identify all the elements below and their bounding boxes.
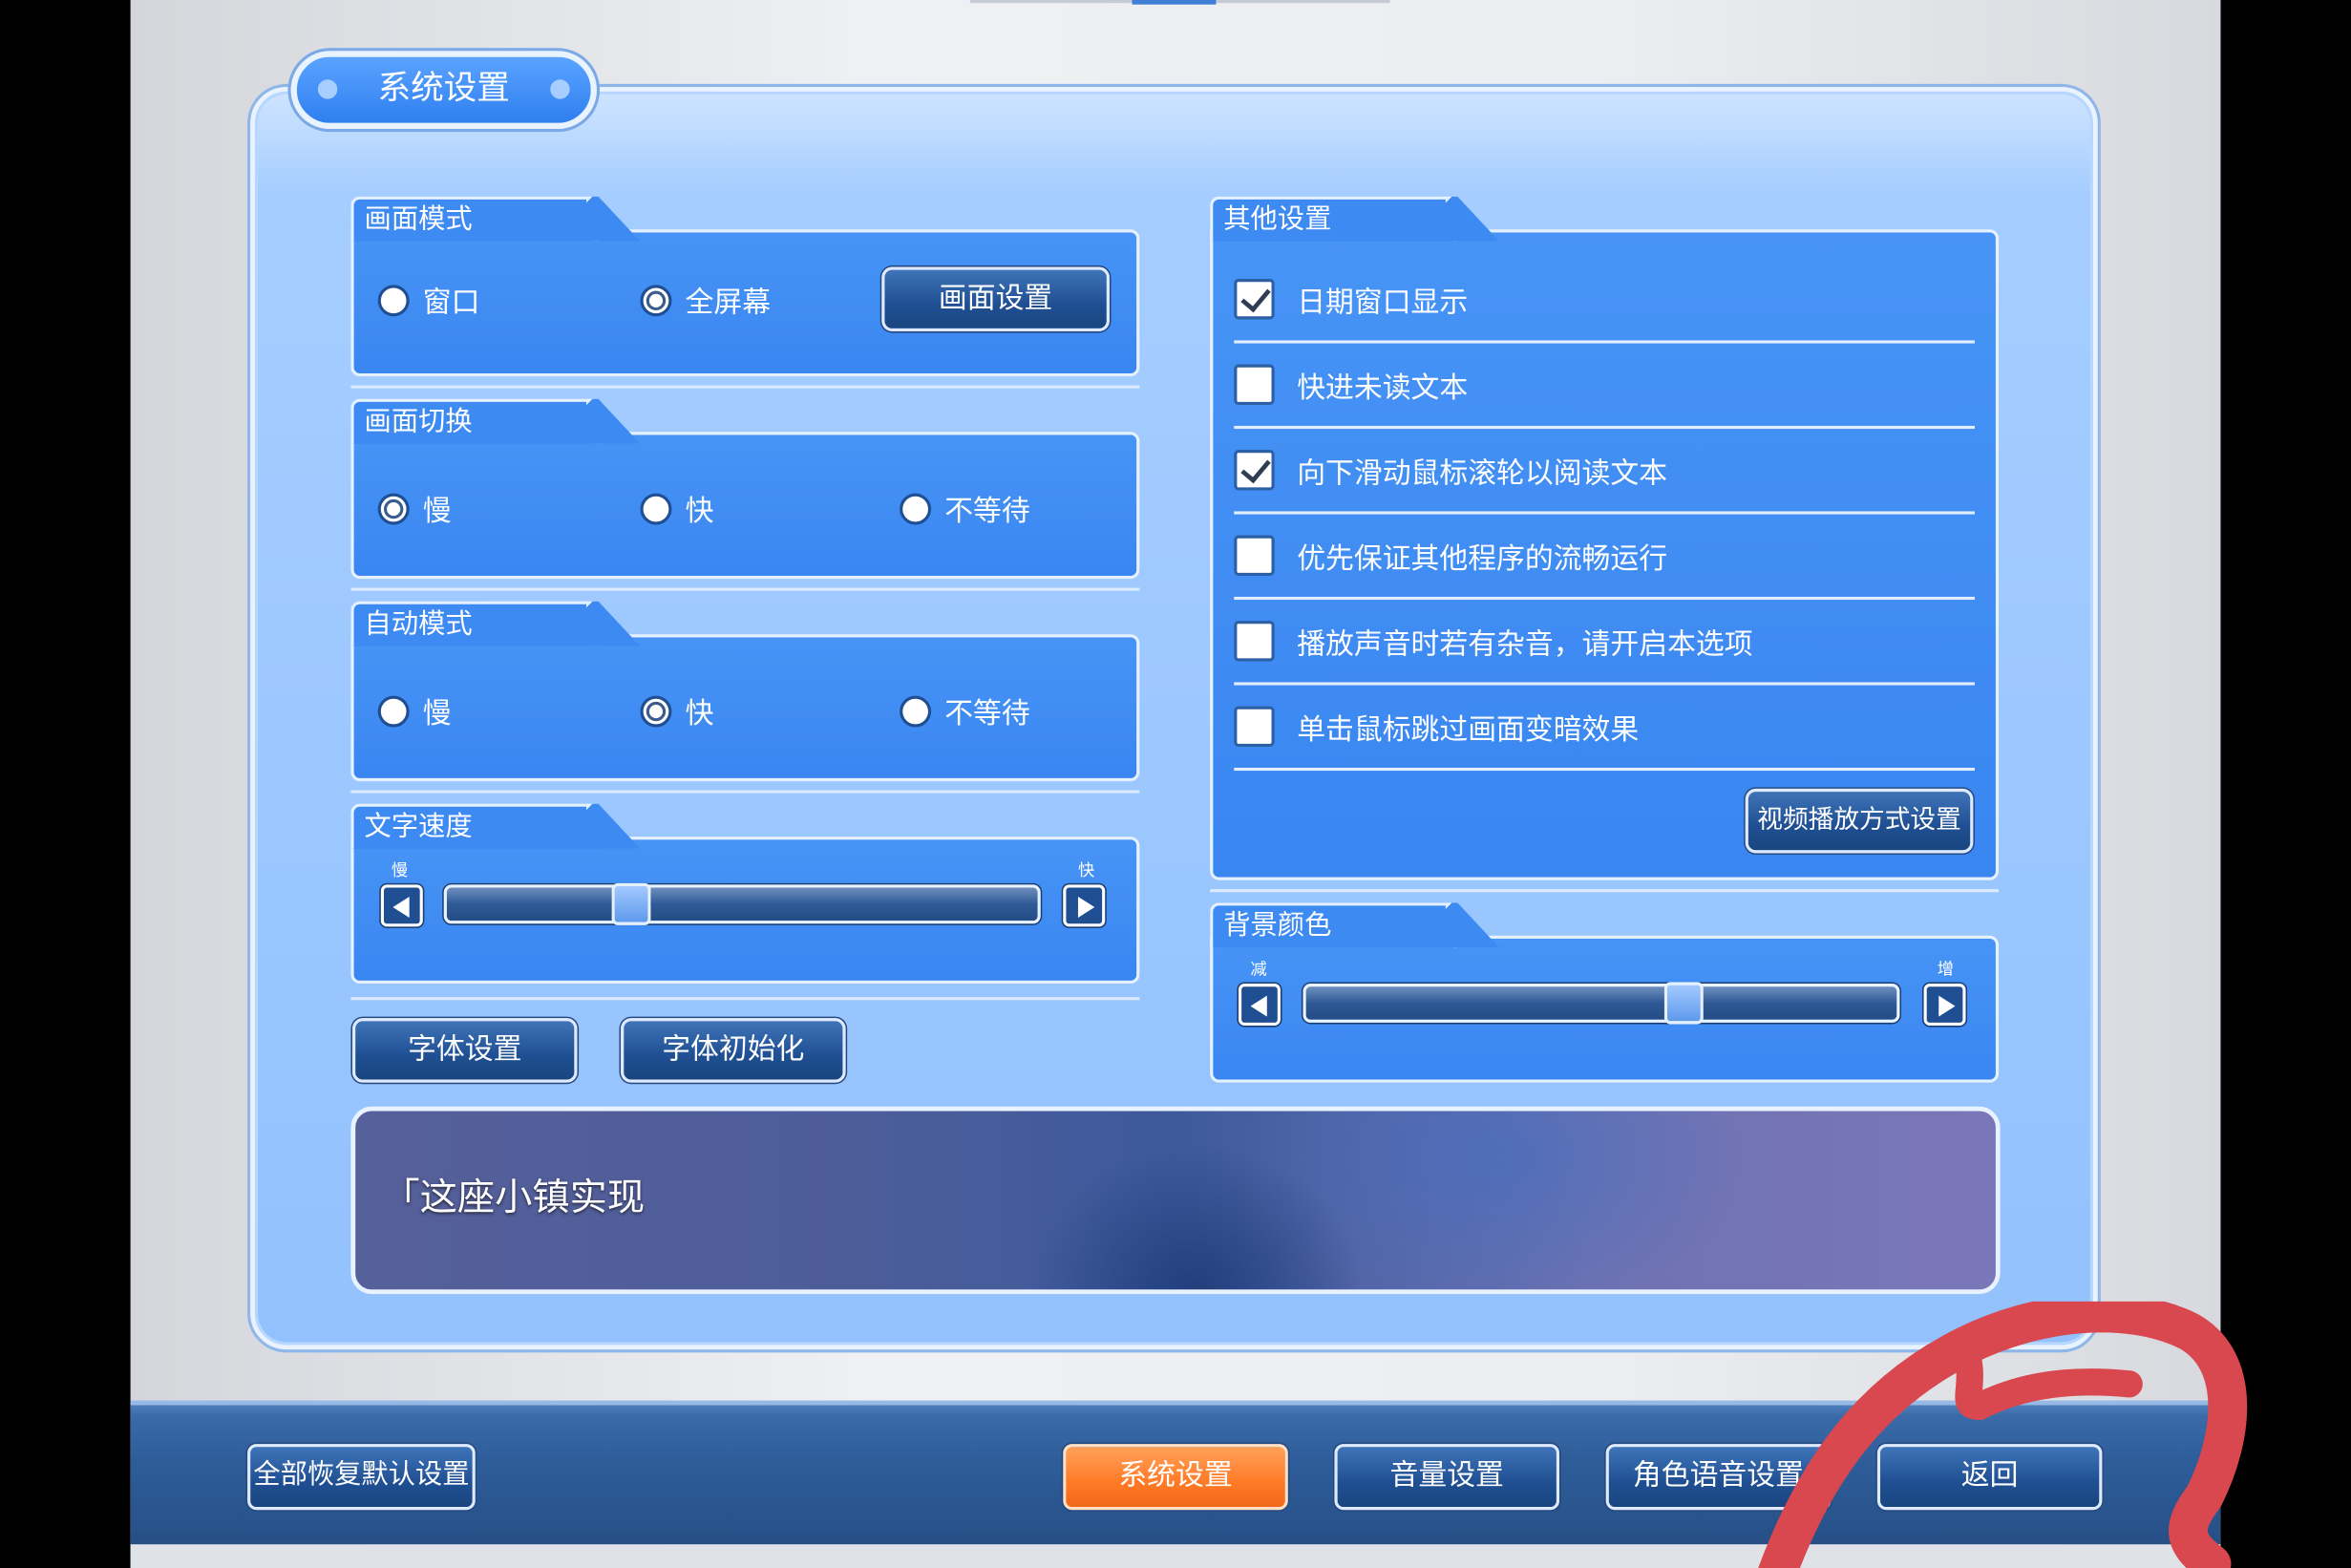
radio-fullscreen[interactable]: 全屏幕 [640, 281, 771, 321]
radio-circle-icon [900, 695, 932, 728]
text-speed-slider[interactable] [443, 882, 1041, 925]
bg-color-slider-thumb[interactable] [1664, 982, 1705, 1025]
auto-nowait-label: 不等待 [944, 697, 1030, 731]
panel-underline [1210, 889, 2000, 893]
auto-mode-panel: 自动模式 慢 快 不等待 [350, 601, 1140, 794]
radio-circle-icon [377, 695, 410, 728]
background-color-panel: 背景颜色 减 增 [1210, 902, 2000, 1083]
arrow-right-icon [1077, 896, 1095, 918]
transition-panel: 画面切换 慢 快 不等待 [350, 398, 1140, 591]
panel-underline [350, 790, 1140, 794]
other-setting-row[interactable]: 快进未读文本 [1234, 344, 1975, 430]
bottom-strip [130, 1544, 2221, 1568]
transition-radio-nowait[interactable]: 不等待 [900, 489, 1030, 529]
text-speed-slider-thumb[interactable] [612, 882, 652, 925]
volume-settings-tab[interactable]: 音量设置 [1334, 1444, 1560, 1511]
other-setting-row[interactable]: 日期窗口显示 [1234, 258, 1975, 344]
settings-screen: 系统设置 画面模式 窗口 全屏幕 画面设置 画面切换 慢 快 不等待 自动模式 … [130, 0, 2221, 1568]
bg-color-decrease-button[interactable] [1238, 984, 1281, 1027]
panel-underline [350, 587, 1140, 591]
display-settings-button[interactable]: 画面设置 [881, 266, 1110, 332]
auto-slow-label: 慢 [422, 697, 452, 731]
other-setting-label: 优先保证其他程序的流畅运行 [1297, 542, 1668, 576]
window-title-text: 系统设置 [377, 70, 510, 109]
display-mode-title: 画面模式 [350, 196, 599, 242]
transition-slow-label: 慢 [422, 495, 452, 528]
text-speed-panel: 文字速度 慢 快 [350, 803, 1140, 1001]
top-strip-indicator [1132, 0, 1217, 5]
other-setting-row[interactable]: 优先保证其他程序的流畅运行 [1234, 515, 1975, 601]
transition-title: 画面切换 [350, 398, 599, 444]
other-settings-panel: 其他设置 日期窗口显示 快进未读文本向下滑动鼠标滚轮以阅读文本 优先保证其他程序的流… [1210, 196, 2000, 893]
auto-fast-label: 快 [685, 697, 714, 731]
title-dot-icon [550, 79, 570, 99]
checkbox-checked-icon[interactable] [1234, 450, 1275, 491]
arrow-right-icon [1938, 995, 1956, 1017]
transition-fast-label: 快 [685, 495, 714, 528]
checkbox-empty-icon[interactable] [1234, 621, 1275, 662]
text-speed-min-label: 慢 [391, 860, 409, 880]
checkbox-empty-icon[interactable] [1234, 535, 1275, 576]
bg-color-min-label: 减 [1250, 959, 1267, 980]
checkbox-checked-icon[interactable] [1234, 279, 1275, 320]
font-settings-button[interactable]: 字体设置 [351, 1018, 578, 1083]
auto-radio-slow[interactable]: 慢 [377, 691, 452, 731]
other-setting-row[interactable]: 播放声音时若有杂音，请开启本选项 [1234, 600, 1975, 686]
row-divider [1234, 767, 1975, 772]
radio-circle-selected-icon [377, 493, 410, 525]
stage: 系统设置 画面模式 窗口 全屏幕 画面设置 画面切换 慢 快 不等待 自动模式 … [0, 0, 2351, 1568]
radio-circle-selected-icon [640, 695, 672, 728]
other-setting-label: 单击鼠标跳过画面变暗效果 [1297, 713, 1640, 747]
back-button[interactable]: 返回 [1876, 1444, 2103, 1511]
text-speed-title: 文字速度 [350, 803, 599, 849]
system-settings-tab[interactable]: 系统设置 [1063, 1444, 1288, 1511]
other-settings-title: 其他设置 [1210, 196, 1458, 242]
radio-circle-icon [377, 285, 410, 317]
text-preview-box: 「这座小镇实现 [350, 1106, 2001, 1295]
arrow-left-icon [392, 896, 410, 918]
bottom-bar: 全部恢复默认设置 系统设置 音量设置 角色语音设置 返回 [130, 1400, 2221, 1545]
reset-all-defaults-button[interactable]: 全部恢复默认设置 [247, 1444, 476, 1511]
other-setting-label: 播放声音时若有杂音，请开启本选项 [1297, 627, 1753, 662]
background-color-title: 背景颜色 [1210, 902, 1458, 948]
video-playback-settings-button[interactable]: 视频播放方式设置 [1745, 788, 1974, 854]
checkbox-empty-icon[interactable] [1234, 706, 1275, 747]
transition-radio-fast[interactable]: 快 [640, 489, 713, 529]
radio-circle-selected-icon [640, 285, 672, 317]
auto-radio-fast[interactable]: 快 [640, 691, 713, 731]
transition-radio-slow[interactable]: 慢 [377, 489, 452, 529]
display-mode-panel: 画面模式 窗口 全屏幕 画面设置 [350, 196, 1140, 389]
window-title: 系统设置 [290, 51, 597, 130]
voice-settings-tab[interactable]: 角色语音设置 [1605, 1444, 1832, 1511]
other-setting-row[interactable]: 单击鼠标跳过画面变暗效果 [1234, 686, 1975, 772]
bg-color-increase-button[interactable] [1923, 984, 1966, 1027]
font-reset-button[interactable]: 字体初始化 [621, 1018, 846, 1083]
radio-fullscreen-label: 全屏幕 [685, 286, 772, 320]
bg-color-slider[interactable] [1303, 982, 1900, 1025]
bg-color-max-label: 增 [1937, 959, 1954, 980]
preview-text: 「这座小镇实现 [382, 1176, 646, 1219]
auto-radio-nowait[interactable]: 不等待 [900, 691, 1030, 731]
title-dot-icon [317, 79, 338, 99]
checkbox-empty-icon[interactable] [1234, 364, 1275, 405]
other-setting-row[interactable]: 向下滑动鼠标滚轮以阅读文本 [1234, 429, 1975, 515]
text-speed-increase-button[interactable] [1063, 884, 1106, 927]
radio-window-label: 窗口 [422, 286, 480, 320]
radio-circle-icon [640, 493, 672, 525]
text-speed-max-label: 快 [1077, 860, 1095, 880]
auto-mode-title: 自动模式 [350, 601, 599, 646]
radio-window[interactable]: 窗口 [377, 281, 480, 321]
text-speed-decrease-button[interactable] [380, 884, 423, 927]
other-setting-label: 日期窗口显示 [1297, 286, 1469, 320]
arrow-left-icon [1250, 995, 1267, 1017]
transition-nowait-label: 不等待 [944, 495, 1030, 528]
other-setting-label: 向下滑动鼠标滚轮以阅读文本 [1297, 456, 1668, 491]
panel-underline [350, 997, 1140, 1001]
radio-circle-icon [900, 493, 932, 525]
panel-underline [350, 385, 1140, 389]
other-setting-label: 快进未读文本 [1297, 371, 1469, 405]
